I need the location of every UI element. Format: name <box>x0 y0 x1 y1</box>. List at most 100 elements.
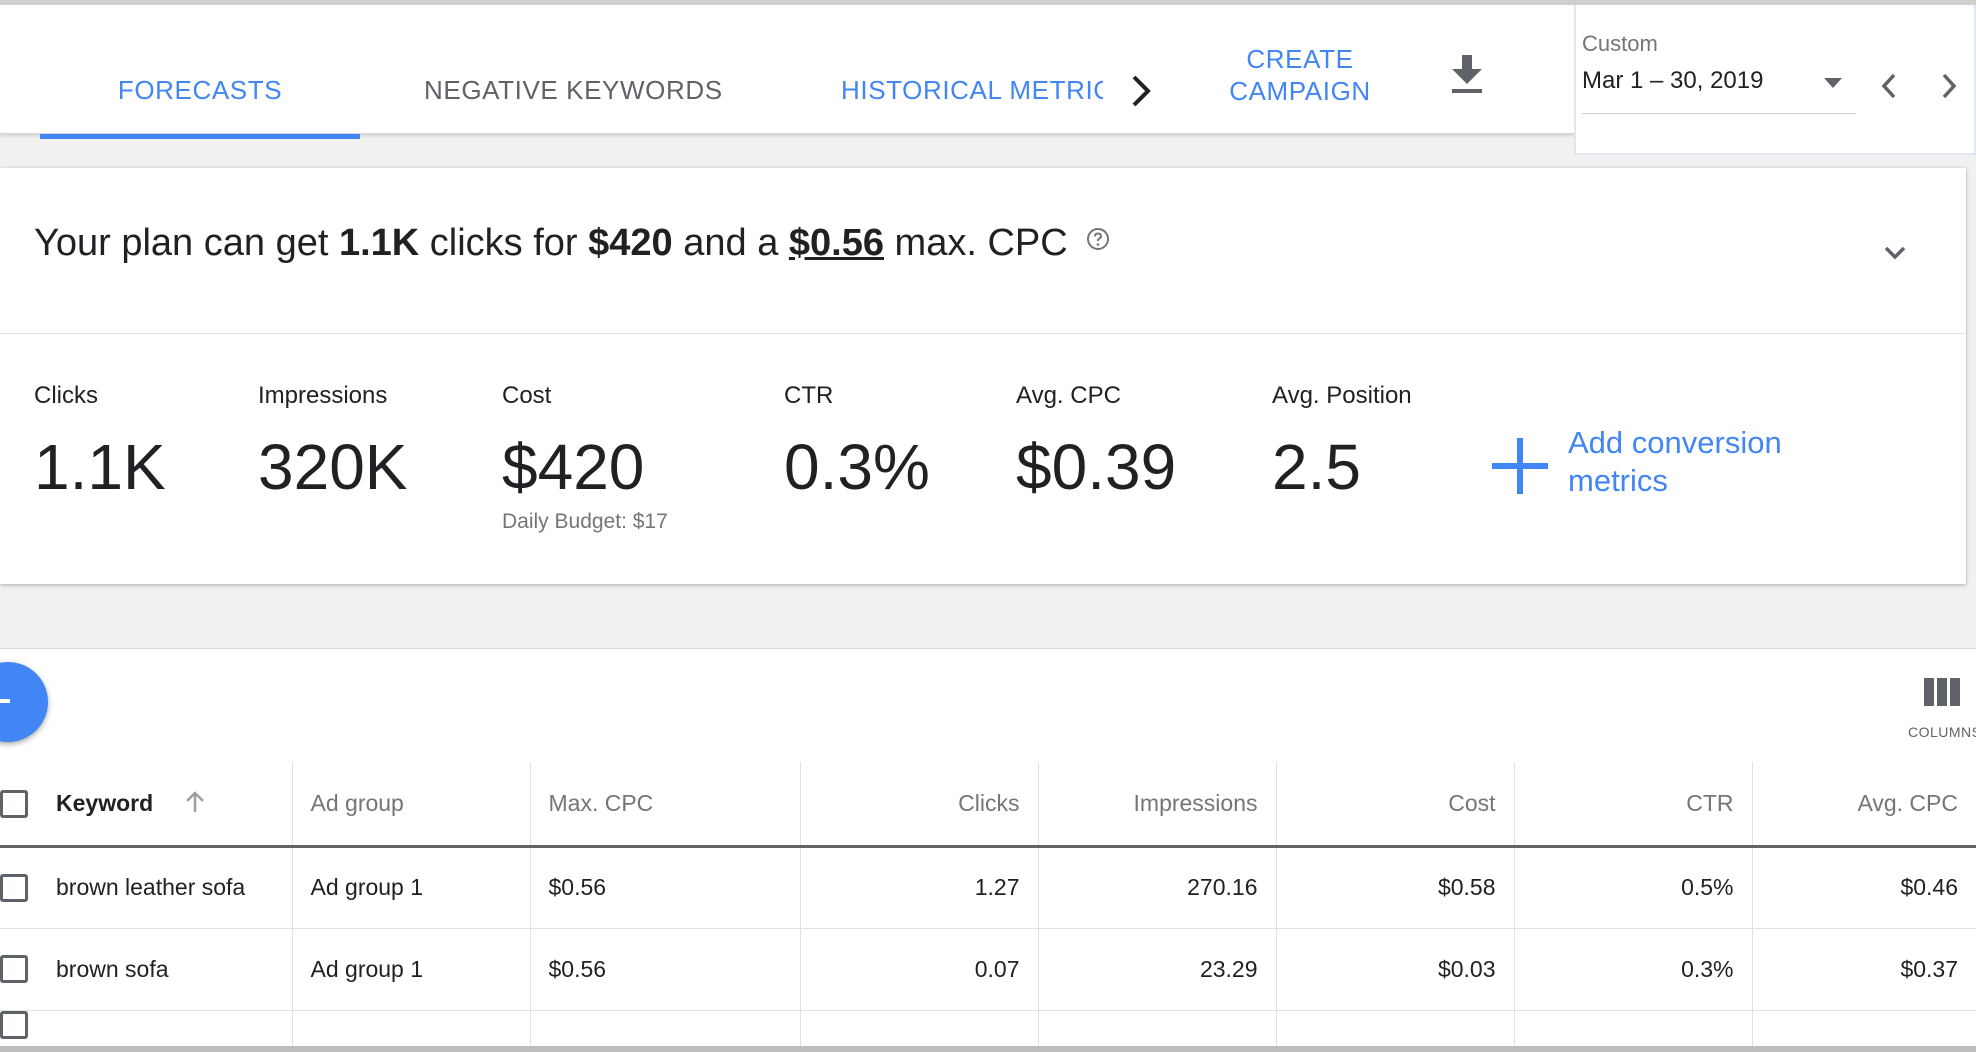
add-conversion-line2: metrics <box>1568 463 1668 498</box>
plan-summary-card: Your plan can get 1.1K clicks for $420 a… <box>0 168 1966 584</box>
toolbar: FORECASTS NEGATIVE KEYWORDS HISTORICAL M… <box>0 0 1976 155</box>
dropdown-arrow-icon[interactable] <box>1824 77 1842 89</box>
metric-value: 320K <box>258 431 408 503</box>
col-header-impressions[interactable]: Impressions <box>1037 762 1276 848</box>
date-range-underline <box>1582 113 1856 114</box>
col-header-avg-cpc[interactable]: Avg. CPC <box>1751 762 1976 848</box>
cell-ctr: 0.3% <box>1513 928 1752 1011</box>
create-campaign-label-line1: CREATE <box>1246 44 1354 74</box>
headline-suffix: max. CPC <box>884 222 1068 264</box>
add-conversion-line1: Add conversion <box>1568 425 1782 460</box>
arrow-up-icon <box>184 790 206 814</box>
metric-label: Clicks <box>34 382 98 409</box>
keywords-table: Keyword Ad group Max. CPC Clicks Impress… <box>0 762 1976 1052</box>
chevron-left-icon[interactable] <box>1878 71 1900 101</box>
cell-impressions: 270.16 <box>1037 846 1276 929</box>
date-range-value[interactable]: Mar 1 – 30, 2019 <box>1582 67 1763 95</box>
metric-label: Avg. Position <box>1272 382 1412 409</box>
cell-ad-group[interactable]: Ad group 1 <box>291 846 530 929</box>
table-row[interactable]: brown sofa Ad group 1 $0.56 0.07 23.29 $… <box>0 928 1976 1011</box>
col-header-cost[interactable]: Cost <box>1275 762 1514 848</box>
cell-max-cpc[interactable]: $0.56 <box>529 928 800 1011</box>
date-range-picker[interactable]: Custom Mar 1 – 30, 2019 <box>1574 5 1976 155</box>
select-all-checkbox[interactable] <box>0 789 28 818</box>
col-header-ad-group[interactable]: Ad group <box>291 762 530 848</box>
cell-avg-cpc: $0.37 <box>1751 928 1976 1011</box>
metric-avg-position: Avg. Position 2.5 <box>1272 382 1412 504</box>
cell-keyword[interactable]: brown sofa <box>56 928 292 1011</box>
plus-icon <box>0 699 10 703</box>
tab-historical-metrics-label: HISTORICAL METRICS <box>841 75 1103 105</box>
create-campaign-button[interactable]: CREATE CAMPAIGN <box>1210 43 1390 107</box>
col-header-label: CTR <box>1686 789 1734 816</box>
cell-clicks: 1.27 <box>799 846 1038 929</box>
chevron-right-icon[interactable] <box>1128 73 1156 109</box>
download-icon[interactable] <box>1448 53 1486 95</box>
divider <box>0 333 1966 334</box>
col-header-label: Max. CPC <box>548 789 654 816</box>
row-checkbox[interactable] <box>0 1011 28 1040</box>
metric-value: $420 <box>502 431 645 503</box>
col-header-label: Ad group <box>310 789 404 816</box>
tab-negative-keywords-label: NEGATIVE KEYWORDS <box>424 75 723 105</box>
cell-ad-group[interactable]: Ad group 1 <box>291 928 530 1011</box>
plan-headline: Your plan can get 1.1K clicks for $420 a… <box>34 218 1110 265</box>
tab-negative-keywords[interactable]: NEGATIVE KEYWORDS <box>424 75 723 139</box>
row-checkbox[interactable] <box>0 873 28 902</box>
headline-cost: $420 <box>588 222 673 264</box>
metric-label: Avg. CPC <box>1016 382 1121 409</box>
row-select-cell <box>0 928 56 1011</box>
row-checkbox[interactable] <box>0 955 28 984</box>
col-header-ctr[interactable]: CTR <box>1513 762 1752 848</box>
headline-mid2: and a <box>672 222 789 264</box>
select-all-cell <box>0 762 56 848</box>
metric-label: Cost <box>502 382 552 409</box>
col-header-label: Impressions <box>1133 789 1258 816</box>
col-header-label: Keyword <box>56 789 154 816</box>
tab-forecasts-label: FORECASTS <box>117 75 283 105</box>
table-header-row: Keyword Ad group Max. CPC Clicks Impress… <box>0 762 1976 848</box>
horizontal-scrollbar[interactable] <box>0 1046 1976 1052</box>
metric-value: $0.39 <box>1016 431 1177 503</box>
metric-ctr: CTR 0.3% <box>784 382 930 504</box>
cell-keyword[interactable]: brown leather sofa <box>56 846 292 929</box>
add-conversion-label: Add conversion metrics <box>1568 424 1828 500</box>
cell-cost: $0.03 <box>1275 928 1514 1011</box>
col-header-keyword[interactable]: Keyword <box>56 762 292 848</box>
metric-clicks: Clicks 1.1K <box>34 382 166 504</box>
max-cpc-link[interactable]: $0.56 <box>789 222 884 264</box>
tab-forecasts[interactable]: FORECASTS <box>40 75 360 139</box>
cell-ctr: 0.5% <box>1513 846 1752 929</box>
metric-value: 0.3% <box>784 431 930 503</box>
active-tab-indicator <box>40 134 360 139</box>
metric-value: 2.5 <box>1272 431 1361 503</box>
headline-mid1: clicks for <box>419 222 589 264</box>
cell-avg-cpc: $0.46 <box>1751 846 1976 929</box>
metric-cost: Cost $420 Daily Budget: $17 <box>502 382 668 534</box>
headline-prefix: Your plan can get <box>34 222 339 264</box>
cell-max-cpc[interactable]: $0.56 <box>529 846 800 929</box>
cell-clicks: 0.07 <box>799 928 1038 1011</box>
metric-label: CTR <box>784 382 834 409</box>
metric-impressions: Impressions 320K <box>258 382 407 504</box>
metric-value: 1.1K <box>34 431 166 503</box>
columns-icon <box>1924 678 1960 706</box>
chevron-right-icon[interactable] <box>1938 71 1960 101</box>
tab-historical-metrics[interactable]: HISTORICAL METRICS <box>841 75 1103 139</box>
daily-budget: Daily Budget: $17 <box>502 510 668 533</box>
headline-clicks: 1.1K <box>338 222 420 264</box>
col-header-label: Cost <box>1448 789 1496 816</box>
cell-impressions: 23.29 <box>1037 928 1276 1011</box>
plus-icon <box>1490 436 1550 496</box>
col-header-max-cpc[interactable]: Max. CPC <box>529 762 800 848</box>
help-icon[interactable] <box>1086 218 1110 250</box>
table-row[interactable]: brown leather sofa Ad group 1 $0.56 1.27… <box>0 846 1976 929</box>
col-header-label: Clicks <box>958 789 1020 816</box>
metric-avg-cpc: Avg. CPC $0.39 <box>1016 382 1176 504</box>
col-header-clicks[interactable]: Clicks <box>799 762 1038 848</box>
date-range-label: Custom <box>1582 31 1658 56</box>
cell-cost: $0.58 <box>1275 846 1514 929</box>
columns-button[interactable]: COLUMNS <box>1904 674 1976 746</box>
chevron-down-icon[interactable] <box>1880 238 1910 268</box>
columns-label: COLUMNS <box>1908 724 1976 740</box>
